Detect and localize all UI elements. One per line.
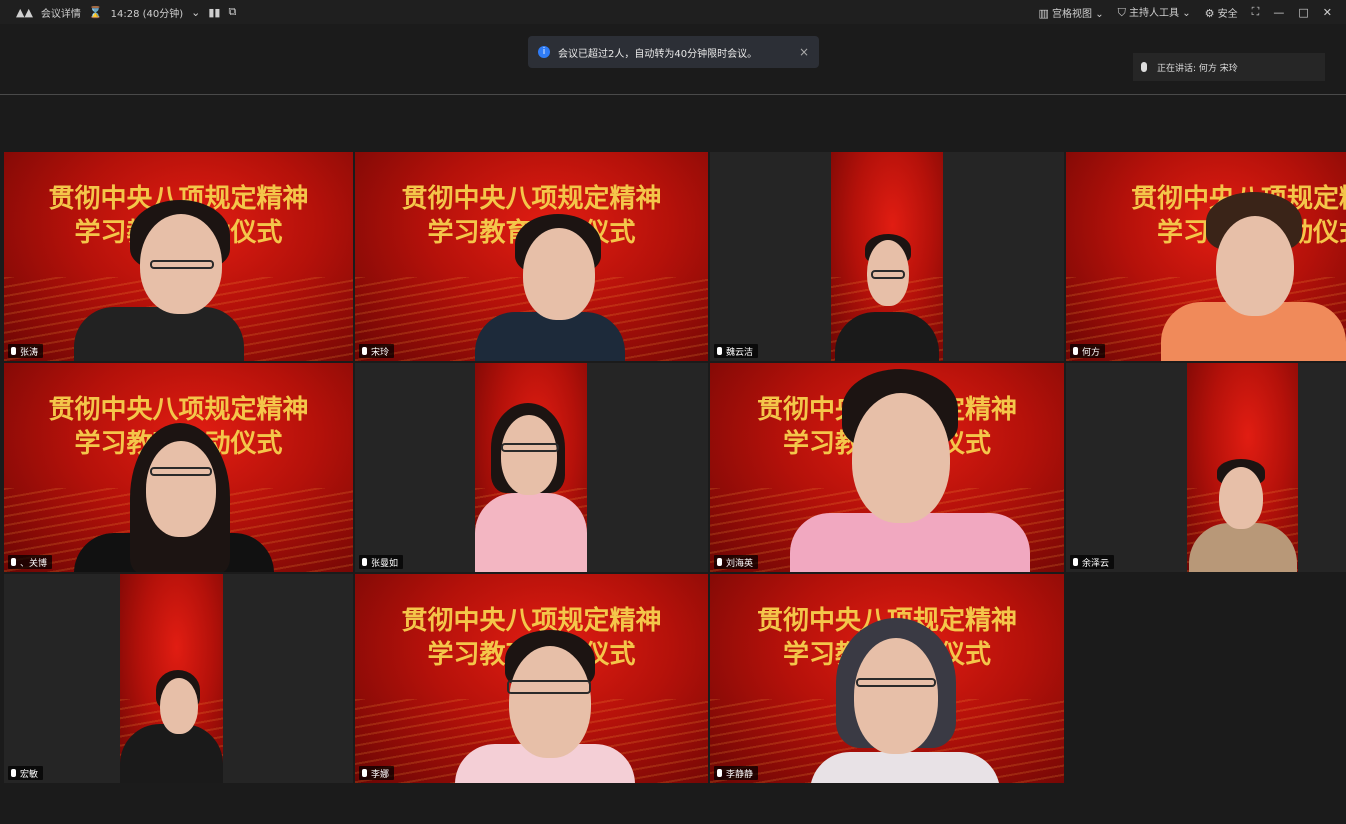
chevron-down-icon[interactable]: ⌄ <box>191 6 200 19</box>
host-tools-button[interactable]: ⛉ 主持人工具 ⌄ <box>1118 4 1191 20</box>
app-logo-icon: ▲▲ <box>16 5 33 19</box>
microphone-icon <box>1141 62 1147 72</box>
participant-video <box>831 152 943 361</box>
participant-name-label: 魏云洁 <box>714 344 759 358</box>
info-icon: i <box>538 46 550 58</box>
participant-name-label: 宏敏 <box>8 766 44 780</box>
speaking-text: 正在讲话: 何方 宋玲 <box>1157 63 1238 74</box>
video-tile[interactable]: 贯彻中央八项规定精神 学习教育启动仪式 张涛 <box>4 152 353 361</box>
slide-title: 贯彻中央八项规定精神 <box>48 395 309 425</box>
fullscreen-icon[interactable]: ⛶ <box>1252 5 1260 19</box>
meeting-limit-toast: i 会议已超过2人，自动转为40分钟限时会议。 × <box>528 36 819 68</box>
video-tile[interactable]: 宏敏 <box>4 574 353 783</box>
security-button[interactable]: ⚙ 安全 <box>1205 5 1238 20</box>
video-tile[interactable]: 魏云洁 <box>710 152 1064 361</box>
microphone-icon <box>717 347 722 355</box>
video-tile[interactable]: 贯彻中央八项规定精神 学习教育启动仪式 何方 <box>1066 152 1346 361</box>
video-tile[interactable]: 余泽云 <box>1066 363 1346 572</box>
video-tile[interactable]: 贯彻中央八项规定精神 学习教育启动仪式 李静静 <box>710 574 1064 783</box>
microphone-icon <box>11 558 16 566</box>
share-window-icon[interactable]: ⧉ <box>228 5 236 19</box>
header-divider <box>0 94 1346 95</box>
microphone-icon <box>1073 558 1078 566</box>
participant-video <box>1187 363 1298 572</box>
participant-name-label: 宋玲 <box>359 344 395 358</box>
microphone-icon <box>362 769 367 777</box>
participant-name-label: 张涛 <box>8 344 44 358</box>
meeting-info-button[interactable]: 会议详情 <box>41 5 81 20</box>
close-icon[interactable]: ✕ <box>1323 6 1332 19</box>
layout-icon: ▥ <box>1038 6 1049 20</box>
video-tile[interactable]: 张曼如 <box>355 363 708 572</box>
participant-name-label: 李娜 <box>359 766 395 780</box>
restore-icon[interactable]: □ <box>1298 6 1308 19</box>
microphone-icon <box>362 347 367 355</box>
hourglass-icon: ⌛ <box>88 5 103 19</box>
title-bar: ▲▲ 会议详情 ⌛ 14:28 (40分钟) ⌄ ▮▮ ⧉ ▥ 宫格视图 ⌄ ⛉… <box>0 0 1346 24</box>
signal-icon: ▮▮ <box>208 5 221 19</box>
microphone-icon <box>11 347 16 355</box>
layout-view-button[interactable]: ▥ 宫格视图 ⌄ <box>1038 5 1103 20</box>
participant-name-label: 李静静 <box>714 766 759 780</box>
video-tile[interactable]: 贯彻中央八项规定精神 学习教育启动仪式 李娜 <box>355 574 708 783</box>
toast-close-button[interactable]: × <box>799 45 809 59</box>
video-tile[interactable]: 贯彻中央八项规定精神 学习教育启动仪式 、关博 <box>4 363 353 572</box>
participant-name-label: 刘海英 <box>714 555 759 569</box>
toast-text: 会议已超过2人，自动转为40分钟限时会议。 <box>558 48 758 60</box>
video-tile[interactable]: 贯彻中央八项规定精神 学习教育启动仪式 刘海英 <box>710 363 1064 572</box>
gear-icon: ⚙ <box>1204 6 1215 20</box>
participant-name-label: 、关博 <box>8 555 53 569</box>
participant-name-label: 何方 <box>1070 344 1106 358</box>
meeting-timer[interactable]: 14:28 (40分钟) <box>111 5 184 20</box>
microphone-icon <box>1073 347 1078 355</box>
participant-video <box>475 363 587 572</box>
microphone-icon <box>717 769 722 777</box>
participant-name-label: 余泽云 <box>1070 555 1115 569</box>
speaking-indicator: 正在讲话: 何方 宋玲 <box>1133 53 1325 81</box>
participant-video <box>120 574 223 783</box>
participant-name-label: 张曼如 <box>359 555 404 569</box>
microphone-icon <box>11 769 16 777</box>
slide-title: 贯彻中央八项规定精神 <box>401 184 662 214</box>
microphone-icon <box>362 558 367 566</box>
shield-icon: ⛉ <box>1117 6 1126 19</box>
minimize-icon[interactable]: — <box>1273 6 1284 19</box>
video-tile[interactable]: 贯彻中央八项规定精神 学习教育启动仪式 宋玲 <box>355 152 708 361</box>
microphone-icon <box>717 558 722 566</box>
